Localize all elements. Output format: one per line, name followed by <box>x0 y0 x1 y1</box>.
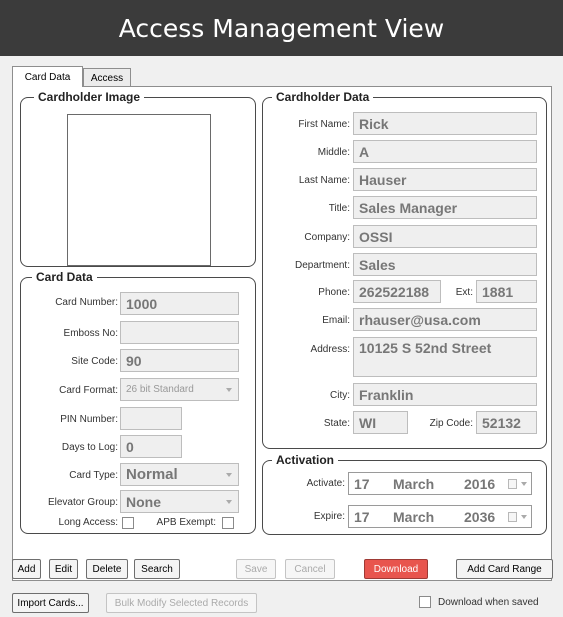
card-type-value: Normal <box>126 466 178 483</box>
card-window: Card Data Access Cardholder Image Card D… <box>0 56 563 617</box>
card-number-field[interactable]: 1000 <box>120 292 239 315</box>
add-card-range-button[interactable]: Add Card Range <box>456 559 553 579</box>
calendar-icon[interactable] <box>508 512 517 522</box>
activate-month: March <box>393 476 435 492</box>
download-button[interactable]: Download <box>364 559 428 579</box>
last-name-field[interactable]: Hauser <box>353 168 537 191</box>
site-code-field[interactable]: 90 <box>120 349 239 372</box>
edit-button[interactable]: Edit <box>49 559 78 579</box>
site-code-label: Site Code: <box>71 356 118 367</box>
ext-field[interactable]: 1881 <box>476 280 537 303</box>
apb-exempt-label: APB Exempt: <box>156 517 216 528</box>
elevator-group-select[interactable]: None <box>120 490 239 513</box>
pin-number-field[interactable] <box>120 407 182 430</box>
days-to-log-field[interactable]: 0 <box>120 435 182 458</box>
expire-label: Expire: <box>313 511 345 522</box>
address-value: 10125 S 52nd Street <box>359 340 492 356</box>
email-label: Email: <box>322 315 350 326</box>
apb-exempt-checkbox[interactable] <box>222 517 234 529</box>
emboss-no-field[interactable] <box>120 321 239 344</box>
search-button[interactable]: Search <box>134 559 180 579</box>
cardholder-photo[interactable] <box>67 114 211 266</box>
card-number-label: Card Number: <box>55 297 118 308</box>
import-cards-button[interactable]: Import Cards... <box>12 593 89 613</box>
download-when-saved-label: Download when saved <box>438 597 539 608</box>
address-label: Address: <box>310 344 350 355</box>
chevron-down-icon <box>226 387 232 392</box>
phone-label: Phone: <box>318 287 350 298</box>
middle-label: Middle: <box>317 147 350 158</box>
download-when-saved-checkbox[interactable] <box>419 596 431 608</box>
card-data-legend: Card Data <box>32 270 97 284</box>
bulk-modify-button[interactable]: Bulk Modify Selected Records <box>106 593 257 613</box>
card-type-label: Card Type: <box>69 470 118 481</box>
delete-button[interactable]: Delete <box>86 559 128 579</box>
last-name-label: Last Name: <box>298 175 350 186</box>
city-field[interactable]: Franklin <box>353 383 537 406</box>
elevator-group-label: Elevator Group: <box>47 497 118 508</box>
state-label: State: <box>323 418 350 429</box>
elevator-group-value: None <box>126 493 161 510</box>
first-name-field[interactable]: Rick <box>353 112 537 135</box>
card-type-select[interactable]: Normal <box>120 463 239 486</box>
title-field[interactable]: Sales Manager <box>353 196 537 219</box>
tab-access[interactable]: Access <box>83 68 131 87</box>
long-access-label: Long Access: <box>58 517 118 528</box>
email-field[interactable]: rhauser@usa.com <box>353 308 537 331</box>
page-title: Access Management View <box>118 13 445 43</box>
chevron-down-icon <box>521 481 527 486</box>
expire-day: 17 <box>354 509 370 525</box>
city-label: City: <box>330 390 350 401</box>
chevron-down-icon <box>226 499 232 504</box>
ext-label: Ext: <box>455 287 473 298</box>
zip-code-label: Zip Code: <box>429 418 473 429</box>
tab-card-data[interactable]: Card Data <box>12 66 83 87</box>
title-label: Title: <box>328 203 350 214</box>
long-access-checkbox[interactable] <box>122 517 134 529</box>
save-button[interactable]: Save <box>236 559 276 579</box>
phone-field[interactable]: 262522188 <box>353 280 441 303</box>
cardholder-data-legend: Cardholder Data <box>272 90 374 104</box>
zip-code-field[interactable]: 52132 <box>476 411 537 434</box>
title-bar: Access Management View <box>0 0 563 56</box>
company-field[interactable]: OSSI <box>353 225 537 248</box>
card-format-label: Card Format: <box>59 385 118 396</box>
tab-label: Access <box>90 72 124 84</box>
expire-date-picker[interactable]: 17 March 2036 <box>348 505 532 528</box>
days-to-log-label: Days to Log: <box>61 442 118 453</box>
expire-year: 2036 <box>464 509 496 525</box>
company-label: Company: <box>304 232 350 243</box>
emboss-no-label: Emboss No: <box>63 328 118 339</box>
tab-label: Card Data <box>24 71 71 83</box>
expire-month: March <box>393 509 435 525</box>
state-field[interactable]: WI <box>353 411 408 434</box>
department-field[interactable]: Sales <box>353 253 537 276</box>
activate-date-picker[interactable]: 17 March 2016 <box>348 472 532 495</box>
activate-year: 2016 <box>464 476 496 492</box>
middle-field[interactable]: A <box>353 140 537 163</box>
card-format-value: 26 bit Standard <box>126 384 194 395</box>
activation-legend: Activation <box>272 453 339 467</box>
activate-day: 17 <box>354 476 370 492</box>
card-format-select[interactable]: 26 bit Standard <box>120 378 239 401</box>
activate-label: Activate: <box>306 478 345 489</box>
cardholder-image-legend: Cardholder Image <box>34 90 145 104</box>
address-field[interactable]: 10125 S 52nd Street <box>353 337 537 377</box>
chevron-down-icon <box>226 472 232 477</box>
pin-number-label: PIN Number: <box>60 414 118 425</box>
cancel-button[interactable]: Cancel <box>285 559 335 579</box>
department-label: Department: <box>294 260 350 271</box>
calendar-icon[interactable] <box>508 479 517 489</box>
card-data-panel: Cardholder Image Card Data Card Number: … <box>12 86 552 581</box>
chevron-down-icon <box>521 514 527 519</box>
add-button[interactable]: Add <box>12 559 41 579</box>
first-name-label: First Name: <box>298 119 350 130</box>
